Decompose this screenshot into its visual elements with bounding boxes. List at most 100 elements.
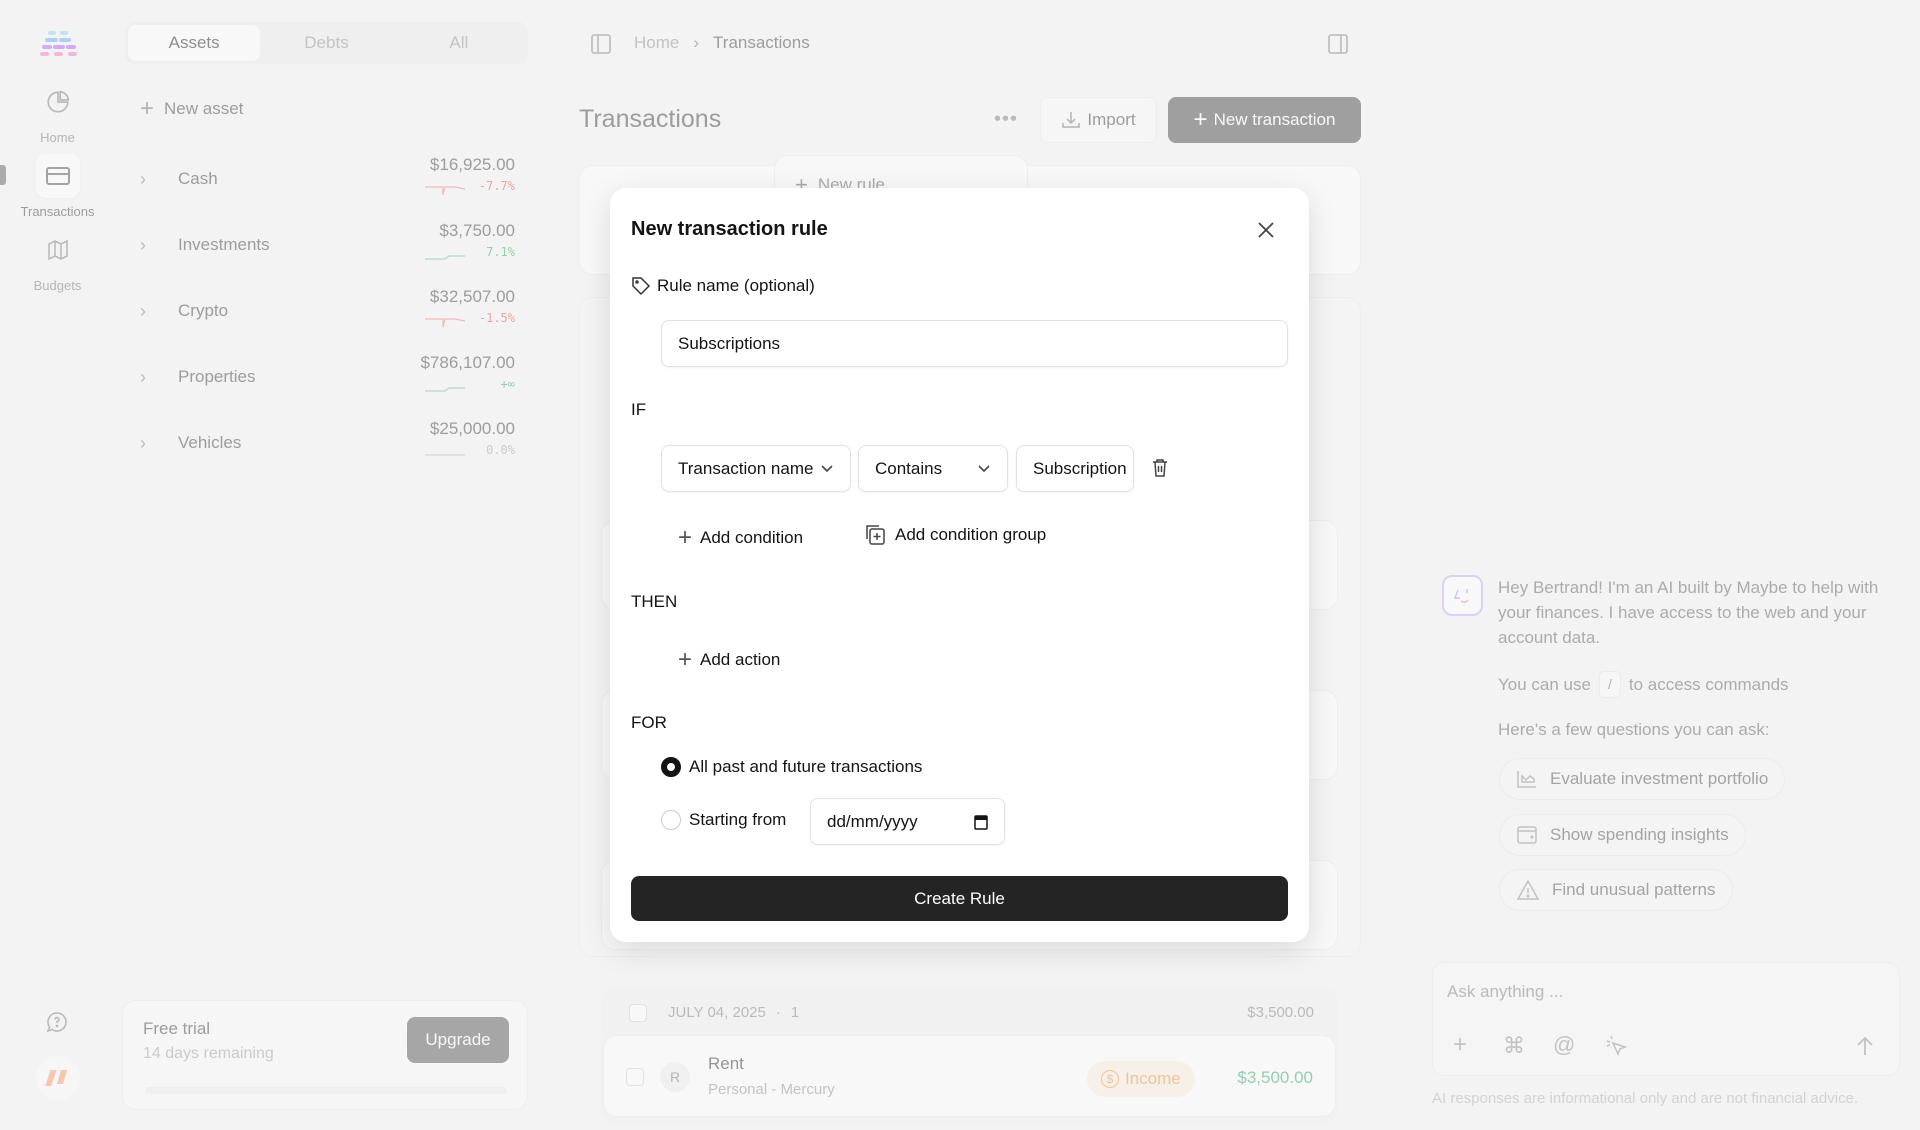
ai-disclaimer: AI responses are informational only and … [1432, 1090, 1858, 1107]
close-icon[interactable] [1257, 221, 1275, 239]
nav-home[interactable]: Home [0, 80, 115, 145]
chevron-right-icon[interactable]: › [140, 169, 146, 190]
ai-questions-intro: Here's a few questions you can ask: [1498, 717, 1770, 742]
group-header: JULY 04, 2025·1 [668, 1004, 799, 1021]
page-title: Transactions [579, 105, 721, 134]
send-arrow-icon[interactable] [1855, 1035, 1875, 1057]
tab-all[interactable]: All [393, 25, 525, 61]
nav-budgets[interactable]: Budgets [0, 228, 115, 293]
add-action-button[interactable]: +Add action [678, 646, 780, 674]
category-badge[interactable]: $ Income [1087, 1061, 1195, 1097]
condition-value-input[interactable]: Subscription [1016, 445, 1134, 492]
sidebar-toggle-icon[interactable] [590, 33, 612, 60]
breadcrumb-current: Transactions [713, 33, 810, 53]
new-transaction-button[interactable]: + New transaction [1168, 97, 1361, 143]
create-rule-button[interactable]: Create Rule [631, 876, 1288, 921]
tab-debts[interactable]: Debts [260, 25, 392, 61]
suggestion-spending-insights[interactable]: Show spending insights [1499, 814, 1746, 856]
group-name: Crypto [178, 301, 228, 321]
chart-icon [1516, 769, 1538, 789]
group-name: Vehicles [178, 433, 241, 453]
download-icon [1061, 110, 1081, 130]
breadcrumb: Home › Transactions [634, 33, 810, 53]
group-change: 7.1% [486, 245, 515, 259]
rule-name-input[interactable]: Subscriptions [661, 320, 1288, 367]
plus-icon[interactable]: + [1453, 1031, 1467, 1059]
chevron-right-icon[interactable]: › [140, 235, 146, 256]
brand-avatar-icon[interactable] [36, 1056, 80, 1100]
chevron-right-icon[interactable]: › [140, 367, 146, 388]
breadcrumb-home[interactable]: Home [634, 33, 679, 53]
mention-icon[interactable]: @ [1553, 1032, 1575, 1058]
dialog-title: New transaction rule [631, 218, 828, 241]
group-change: +∞ [501, 377, 515, 391]
sparkline [425, 181, 465, 197]
chat-panel-toggle-icon[interactable] [1327, 33, 1349, 60]
transaction-name[interactable]: Rent [708, 1054, 744, 1074]
transaction-account[interactable]: Personal - Mercury [708, 1081, 835, 1098]
group-change: -1.5% [479, 311, 515, 325]
nav-label: Budgets [34, 278, 82, 293]
new-asset-button[interactable]: + New asset [140, 97, 243, 121]
start-date-input[interactable]: dd/mm/yyyy [810, 798, 1005, 845]
more-options-icon[interactable]: ••• [994, 108, 1018, 131]
nav-transactions[interactable]: Transactions [0, 154, 115, 219]
import-button[interactable]: Import [1040, 97, 1157, 143]
condition-field-select[interactable]: Transaction name [661, 445, 851, 492]
add-condition-group-button[interactable]: Add condition group [863, 523, 1046, 547]
command-icon[interactable]: ⌘ [1503, 1033, 1525, 1059]
plus-icon: + [678, 646, 692, 674]
cursor-click-icon[interactable] [1605, 1035, 1627, 1057]
sparkline [425, 247, 465, 263]
group-amount: $3,750.00 [439, 221, 515, 241]
group-checkbox[interactable] [629, 1004, 647, 1022]
group-change: -7.7% [479, 179, 515, 193]
radio-label: Starting from [689, 810, 786, 830]
upgrade-button[interactable]: Upgrade [407, 1017, 509, 1063]
transaction-group: JULY 04, 2025·1 $3,500.00 R Rent Persona… [601, 988, 1338, 1123]
account-group-properties[interactable]: › Properties $786,107.00 +∞ [140, 353, 515, 413]
logo[interactable] [38, 30, 80, 63]
condition-operator-select[interactable]: Contains [858, 445, 1008, 492]
tab-assets[interactable]: Assets [128, 25, 260, 61]
chevron-right-icon[interactable]: › [140, 433, 146, 454]
group-amount: $32,507.00 [430, 287, 515, 307]
trial-progress-bar [145, 1087, 507, 1094]
suggestion-unusual-patterns[interactable]: Find unusual patterns [1499, 869, 1733, 911]
group-total: $3,500.00 [1247, 1004, 1314, 1021]
suggestion-evaluate-portfolio[interactable]: Evaluate investment portfolio [1499, 758, 1785, 800]
dollar-icon: $ [1101, 1070, 1119, 1088]
account-group-investments[interactable]: › Investments $3,750.00 7.1% [140, 221, 515, 281]
radio-all-transactions[interactable]: All past and future transactions [661, 757, 922, 777]
merchant-avatar: R [660, 1062, 690, 1092]
group-name: Investments [178, 235, 270, 255]
trash-icon[interactable] [1152, 458, 1168, 478]
group-name: Cash [178, 169, 218, 189]
transaction-row[interactable]: R Rent Personal - Mercury $ Income $3,50… [603, 1035, 1336, 1117]
radio-selected[interactable] [661, 757, 681, 777]
nav-label: Home [40, 130, 75, 145]
group-name: Properties [178, 367, 255, 387]
chevron-right-icon[interactable]: › [140, 301, 146, 322]
chevron-right-icon: › [693, 33, 699, 53]
account-group-cash[interactable]: › Cash $16,925.00 -7.7% [140, 155, 515, 215]
account-group-crypto[interactable]: › Crypto $32,507.00 -1.5% [140, 287, 515, 347]
trial-subtitle: 14 days remaining [143, 1045, 274, 1063]
chat-input[interactable] [1447, 977, 1877, 1007]
credit-card-icon [36, 154, 80, 198]
suggestion-label: Show spending insights [1550, 825, 1729, 845]
radio-starting-from[interactable]: Starting from [661, 810, 786, 830]
for-section-label: FOR [631, 713, 667, 733]
hint-text: You can use [1498, 672, 1591, 697]
account-type-tabs: Assets Debts All [125, 22, 528, 64]
transaction-amount: $3,500.00 [1237, 1068, 1313, 1088]
help-icon[interactable] [45, 1010, 69, 1039]
calendar-icon[interactable] [974, 814, 988, 830]
add-condition-button[interactable]: +Add condition [678, 524, 803, 552]
radio-unselected[interactable] [661, 810, 681, 830]
link-label: Add condition [700, 528, 803, 548]
chevron-down-icon [977, 464, 991, 474]
group-date: JULY 04, 2025 [668, 1004, 766, 1021]
account-group-vehicles[interactable]: › Vehicles $25,000.00 0.0% [140, 419, 515, 479]
row-checkbox[interactable] [626, 1068, 644, 1086]
